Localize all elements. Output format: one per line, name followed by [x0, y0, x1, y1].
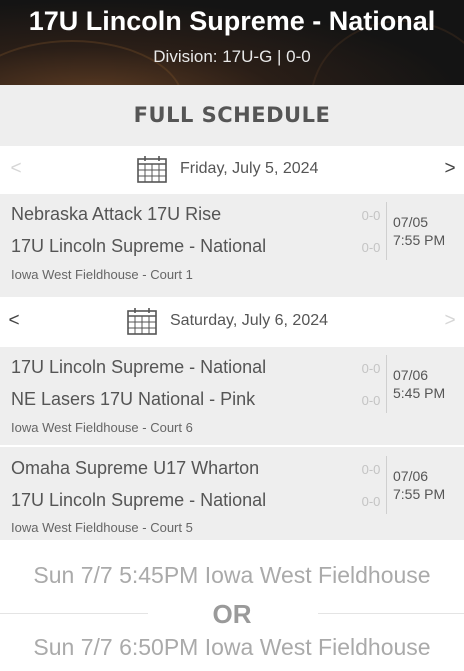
date-navigator: < Friday, July 5, 2024 >	[0, 146, 464, 194]
team-header: 17U Lincoln Supreme - National Division:…	[0, 0, 464, 85]
divider	[386, 202, 387, 260]
score-home: 0-0	[361, 208, 381, 223]
score-away: 0-0	[361, 240, 381, 255]
prev-day-button[interactable]: <	[4, 310, 24, 332]
score-away: 0-0	[361, 494, 381, 509]
score-home: 0-0	[361, 462, 381, 477]
venue-link[interactable]: Iowa West Fieldhouse - Court 5	[11, 520, 193, 535]
or-separator: OR	[0, 598, 464, 632]
game-date: 07/06	[393, 468, 429, 484]
date-label: Friday, July 5, 2024	[180, 160, 319, 177]
or-label: OR	[212, 599, 252, 629]
division-record: Division: 17U-G | 0-0	[153, 47, 311, 66]
team-home: Nebraska Attack 17U Rise	[11, 204, 222, 224]
calendar-icon	[137, 156, 167, 183]
team-home: Omaha Supreme U17 Wharton	[11, 458, 260, 478]
team-title: 17U Lincoln Supreme - National	[28, 6, 436, 36]
schedule-heading: FULL SCHEDULE	[0, 85, 464, 146]
score-home: 0-0	[361, 361, 381, 376]
venue-link[interactable]: Iowa West Fieldhouse - Court 6	[11, 420, 193, 435]
team-away: 17U Lincoln Supreme - National	[11, 236, 267, 256]
score-away: 0-0	[361, 393, 381, 408]
next-day-button[interactable]: >	[440, 158, 460, 180]
next-day-button[interactable]: >	[440, 310, 460, 332]
game-card[interactable]: 17U Lincoln Supreme - National 0-0 NE La…	[0, 347, 464, 445]
game-date: 07/06	[393, 367, 429, 383]
game-time: 7:55 PM	[393, 486, 446, 502]
divider	[386, 456, 387, 514]
game-card[interactable]: Nebraska Attack 17U Rise 0-0 17U Lincoln…	[0, 194, 464, 297]
game-card[interactable]: Omaha Supreme U17 Wharton 0-0 17U Lincol…	[0, 447, 464, 540]
team-home: 17U Lincoln Supreme - National	[11, 357, 267, 377]
game-date: 07/05	[393, 214, 429, 230]
venue-link[interactable]: Iowa West Fieldhouse - Court 1	[11, 267, 193, 282]
upcoming-option: Sun 7/7 5:45PM Iowa West Fieldhouse	[33, 562, 431, 588]
team-away: NE Lasers 17U National - Pink	[11, 389, 256, 409]
upcoming-option: Sun 7/7 6:50PM Iowa West Fieldhouse	[33, 634, 431, 660]
date-label: Saturday, July 6, 2024	[170, 312, 329, 329]
game-time: 5:45 PM	[393, 385, 446, 401]
game-time: 7:55 PM	[393, 232, 446, 248]
team-away: 17U Lincoln Supreme - National	[11, 490, 267, 510]
prev-day-button[interactable]: <	[6, 158, 26, 180]
date-navigator: < Saturday, July 6, 2024 >	[0, 298, 464, 346]
divider	[318, 613, 464, 614]
calendar-icon	[127, 308, 157, 335]
divider	[386, 355, 387, 413]
